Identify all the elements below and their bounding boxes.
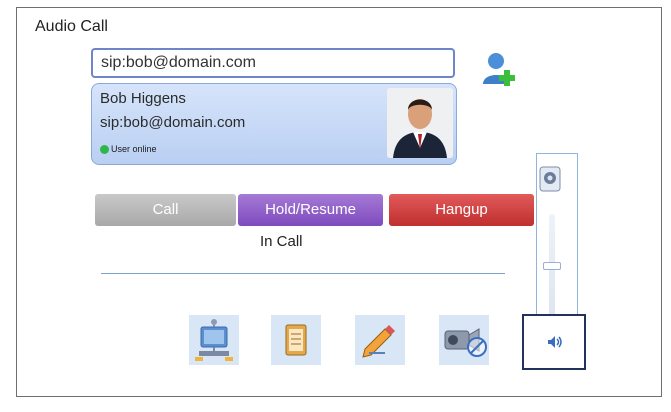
contact-book-button[interactable] xyxy=(271,315,321,365)
speaker-button[interactable] xyxy=(522,314,586,370)
presence-status: User online xyxy=(100,144,157,154)
online-status-icon xyxy=(100,144,109,154)
hold-resume-button[interactable]: Hold/Resume xyxy=(238,194,383,226)
call-button[interactable]: Call xyxy=(95,194,236,226)
add-contact-icon xyxy=(483,53,515,86)
audio-call-window: Audio Call Bob Higgens sip:bob@domain.co… xyxy=(16,7,662,397)
pencil-notes-icon xyxy=(355,315,405,365)
video-camera-off-icon xyxy=(439,315,489,365)
contact-avatar xyxy=(387,88,453,158)
presence-label: User online xyxy=(111,144,157,154)
contact-name: Bob Higgens xyxy=(100,90,186,107)
contact-card[interactable]: Bob Higgens sip:bob@domain.com User onli… xyxy=(91,83,457,165)
add-contact-button[interactable] xyxy=(479,48,519,88)
contact-book-icon xyxy=(271,315,321,365)
sip-address-input[interactable] xyxy=(91,48,455,78)
divider xyxy=(101,273,505,274)
speaker-icon xyxy=(548,336,562,348)
network-button[interactable] xyxy=(189,315,239,365)
contact-sip-address: sip:bob@domain.com xyxy=(100,114,246,131)
hangup-button[interactable]: Hangup xyxy=(389,194,534,226)
window-title: Audio Call xyxy=(35,18,108,35)
volume-icon xyxy=(539,166,561,192)
notes-button[interactable] xyxy=(355,315,405,365)
video-button[interactable] xyxy=(439,315,489,365)
volume-slider-thumb[interactable] xyxy=(543,262,561,270)
network-icon xyxy=(189,315,239,365)
call-status: In Call xyxy=(260,233,303,250)
